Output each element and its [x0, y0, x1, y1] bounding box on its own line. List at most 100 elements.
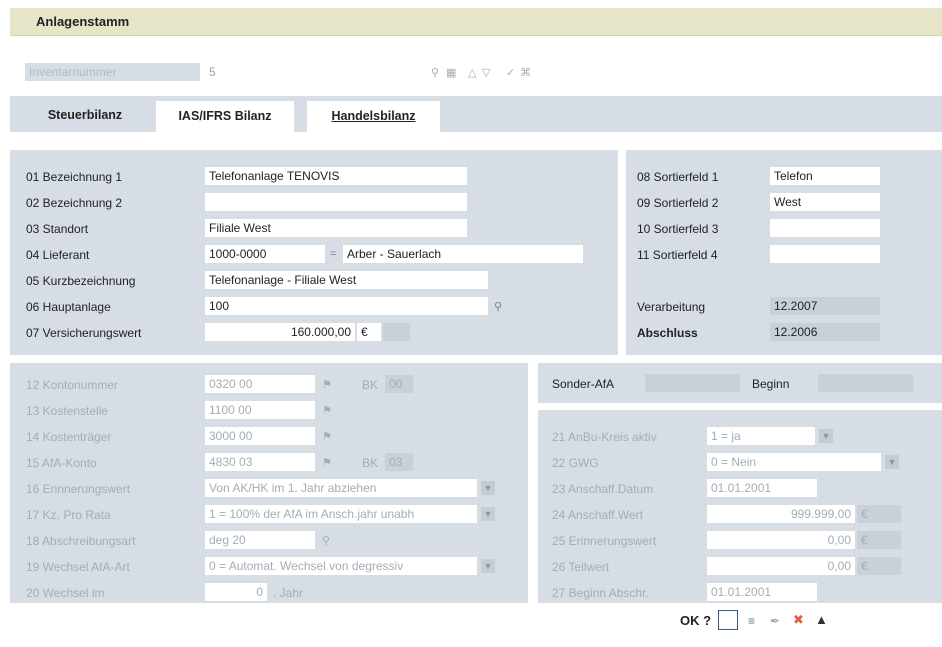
label-wechsel-afa-art: 19 Wechsel AfA-Art: [26, 560, 130, 574]
lookup-icon[interactable]: ⚑: [322, 430, 332, 444]
ok-label: OK ?: [680, 613, 712, 628]
wechsel-afa-art-select[interactable]: 0 = Automat. Wechsel von degressiv: [205, 557, 477, 575]
sortierfeld-2-input[interactable]: West: [770, 193, 880, 211]
dropdown-icon[interactable]: ▼: [885, 455, 899, 469]
ok-checkbox[interactable]: [718, 610, 738, 630]
label-bk-1: BK: [362, 378, 379, 392]
label-versicherungswert: 07 Versicherungswert: [26, 326, 142, 340]
teilwert-currency: €: [857, 557, 901, 575]
down-icon[interactable]: ▽: [482, 66, 490, 80]
gwg-select[interactable]: 0 = Nein: [707, 453, 881, 471]
anbu-kreis-select[interactable]: 1 = ja: [707, 427, 815, 445]
edit-icon[interactable]: ✓: [506, 66, 515, 80]
abschreibungsart-input[interactable]: deg 20: [205, 531, 315, 549]
kostenstelle-input[interactable]: 1100 00: [205, 401, 315, 419]
label-kurzbezeichnung: 05 Kurzbezeichnung: [26, 274, 136, 288]
window-title: Anlagenstamm: [36, 14, 130, 29]
label-abschreibungsart: 18 Abschreibungsart: [26, 534, 136, 548]
tab-bar: [10, 96, 942, 132]
label-wechsel-im: 20 Wechsel im: [26, 586, 105, 600]
lookup-icon[interactable]: ⚑: [322, 404, 332, 418]
erinnerungswert-select[interactable]: Von AK/HK im 1. Jahr abziehen: [205, 479, 477, 497]
label-pro-rata: 17 Kz. Pro Rata: [26, 508, 111, 522]
sonder-afa-value[interactable]: [645, 374, 740, 392]
versicherungswert-input[interactable]: 160.000,00: [205, 323, 355, 341]
search-icon[interactable]: ⚲: [431, 66, 439, 80]
bezeichnung-2-input[interactable]: [205, 193, 467, 211]
label-abschluss: Abschluss: [637, 326, 698, 340]
label-sonder-afa: Sonder-AfA: [552, 377, 615, 391]
lookup-icon[interactable]: =: [330, 248, 336, 260]
standort-input[interactable]: Filiale West: [205, 219, 467, 237]
label-kostenstelle: 13 Kostenstelle: [26, 404, 109, 418]
label-standort: 03 Standort: [26, 222, 89, 236]
tab-steuerbilanz[interactable]: Steuerbilanz: [26, 100, 144, 132]
search-icon[interactable]: ⚲: [494, 300, 502, 314]
versicherungswert-extra: [383, 323, 410, 341]
lieferant-input[interactable]: 1000-0000: [205, 245, 325, 263]
dropdown-icon[interactable]: ▼: [819, 429, 833, 443]
label-anschaff-datum: 23 Anschaff.Datum: [552, 482, 654, 496]
label-hauptanlage: 06 Hauptanlage: [26, 300, 111, 314]
erinnerungswert-2-currency: €: [857, 531, 901, 549]
label-bezeichnung-2: 02 Bezeichnung 2: [26, 196, 123, 210]
title-bar: Anlagenstamm: [10, 8, 942, 36]
up-icon[interactable]: △: [468, 66, 476, 80]
label-bezeichnung-1: 01 Bezeichnung 1: [26, 170, 123, 184]
pencil-icon[interactable]: ✒: [770, 614, 780, 628]
label-sortierfeld-3: 10 Sortierfeld 3: [637, 222, 719, 236]
search-icon[interactable]: ⚲: [322, 534, 330, 548]
sortierfeld-1-input[interactable]: Telefon: [770, 167, 880, 185]
label-sortierfeld-4: 11 Sortierfeld 4: [637, 248, 718, 262]
label-teilwert: 26 Teilwert: [552, 560, 610, 574]
label-sortierfeld-1: 08 Sortierfeld 1: [637, 170, 719, 184]
bk-1-value: 00: [385, 375, 413, 393]
beginn-abschr-input[interactable]: 01.01.2001: [707, 583, 817, 601]
tab-ias-ifrs-bilanz[interactable]: IAS/IFRS Bilanz: [155, 100, 295, 132]
verarbeitung-value: 12.2007: [770, 297, 880, 315]
tab-handelsbilanz[interactable]: Handelsbilanz: [306, 100, 441, 132]
kurzbezeichnung-input[interactable]: Telefonanlage - Filiale West: [205, 271, 488, 289]
inventory-number-label: Inventarnummer: [25, 63, 200, 81]
lookup-icon[interactable]: ⚑: [322, 378, 332, 392]
label-anbu-kreis: 21 AnBu-Kreis aktiv: [552, 430, 657, 444]
anschaff-datum-input[interactable]: 01.01.2001: [707, 479, 817, 497]
erinnerungswert-2-input[interactable]: 0,00: [707, 531, 855, 549]
label-kostentraeger: 14 Kostenträger: [26, 430, 112, 444]
kontonummer-input[interactable]: 0320 00: [205, 375, 315, 393]
kostentraeger-input[interactable]: 3000 00: [205, 427, 315, 445]
trash-icon[interactable]: ▲: [815, 613, 828, 627]
lieferant-name-input[interactable]: Arber - Sauerlach: [343, 245, 583, 263]
wechsel-im-suffix: . Jahr: [273, 586, 304, 600]
save-icon[interactable]: ▦: [446, 66, 456, 80]
sortierfeld-4-input[interactable]: [770, 245, 880, 263]
inventory-number-input[interactable]: 5: [205, 63, 425, 81]
check-icon[interactable]: ≡: [748, 614, 755, 628]
lookup-icon[interactable]: ⚑: [322, 456, 332, 470]
hauptanlage-input[interactable]: 100: [205, 297, 488, 315]
label-gwg: 22 GWG: [552, 456, 599, 470]
dropdown-icon[interactable]: ▼: [481, 481, 495, 495]
settings-icon[interactable]: ⌘: [520, 66, 531, 80]
label-afa-konto: 15 AfA-Konto: [26, 456, 97, 470]
versicherungswert-currency: €: [357, 323, 381, 341]
teilwert-input[interactable]: 0,00: [707, 557, 855, 575]
wechsel-im-input[interactable]: 0: [205, 583, 267, 601]
delete-icon[interactable]: ✖: [793, 613, 804, 627]
label-lieferant: 04 Lieferant: [26, 248, 90, 262]
dropdown-icon[interactable]: ▼: [481, 559, 495, 573]
anschaff-wert-input[interactable]: 999.999,00: [707, 505, 855, 523]
dropdown-icon[interactable]: ▼: [481, 507, 495, 521]
bk-2-value: 03: [385, 453, 413, 471]
label-sortierfeld-2: 09 Sortierfeld 2: [637, 196, 719, 210]
bezeichnung-1-input[interactable]: Telefonanlage TENOVIS: [205, 167, 467, 185]
beginn-value[interactable]: [818, 374, 913, 392]
label-anschaff-wert: 24 Anschaff.Wert: [552, 508, 643, 522]
label-verarbeitung: Verarbeitung: [637, 300, 706, 314]
pro-rata-select[interactable]: 1 = 100% der AfA im Ansch.jahr unabh: [205, 505, 477, 523]
sortierfeld-3-input[interactable]: [770, 219, 880, 237]
abschluss-value: 12.2006: [770, 323, 880, 341]
anschaff-wert-currency: €: [857, 505, 901, 523]
afa-konto-input[interactable]: 4830 03: [205, 453, 315, 471]
label-kontonummer: 12 Kontonummer: [26, 378, 119, 392]
